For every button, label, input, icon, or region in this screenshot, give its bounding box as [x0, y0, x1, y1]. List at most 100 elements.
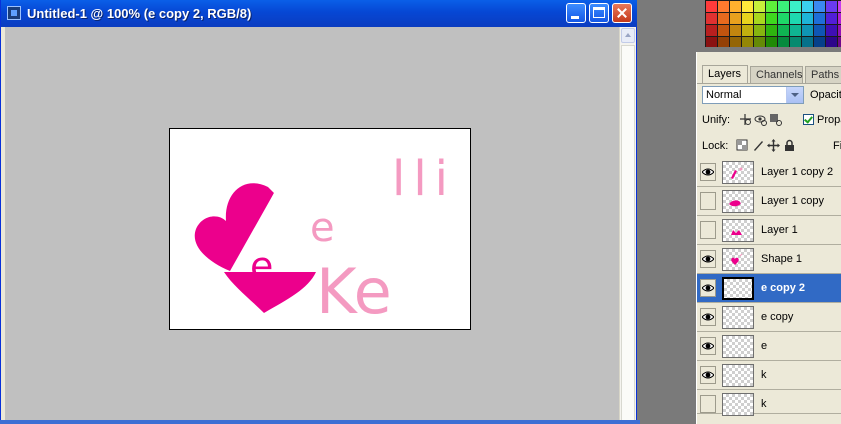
vertical-scrollbar[interactable]	[619, 27, 636, 424]
layer-thumbnail[interactable]	[722, 248, 754, 271]
swatches-palette[interactable]	[705, 0, 841, 47]
color-swatch[interactable]	[766, 13, 777, 24]
color-swatch[interactable]	[742, 37, 753, 47]
color-swatch[interactable]	[706, 25, 717, 36]
color-swatch[interactable]	[754, 37, 765, 47]
color-swatch[interactable]	[766, 25, 777, 36]
layer-row[interactable]: Shape 1	[697, 245, 841, 274]
layer-visibility-toggle[interactable]	[700, 250, 716, 268]
layer-thumbnail[interactable]	[722, 306, 754, 329]
layer-name: Shape 1	[761, 253, 802, 265]
color-swatch[interactable]	[778, 13, 789, 24]
propagate-checkbox[interactable]	[803, 114, 814, 125]
color-swatch[interactable]	[718, 37, 729, 47]
eye-icon	[702, 313, 714, 321]
lock-transparent-pixels-icon[interactable]	[736, 139, 749, 152]
layer-name: Layer 1 copy	[761, 195, 824, 207]
color-swatch[interactable]	[730, 37, 741, 47]
close-button[interactable]	[612, 3, 632, 23]
layer-thumbnail[interactable]	[722, 364, 754, 387]
color-swatch[interactable]	[826, 37, 837, 47]
color-swatch[interactable]	[718, 25, 729, 36]
lock-image-pixels-icon[interactable]	[752, 139, 765, 152]
color-swatch[interactable]	[814, 37, 825, 47]
color-swatch[interactable]	[718, 1, 729, 12]
tab-paths[interactable]: Paths	[805, 66, 841, 83]
title-bar[interactable]: Untitled-1 @ 100% (e copy 2, RGB/8)	[1, 0, 637, 27]
layer-thumbnail[interactable]	[722, 161, 754, 184]
layer-row[interactable]: k	[697, 390, 841, 416]
layer-thumbnail[interactable]	[722, 335, 754, 358]
layer-row[interactable]: e	[697, 332, 841, 361]
layer-visibility-toggle[interactable]	[700, 308, 716, 326]
color-swatch[interactable]	[802, 25, 813, 36]
color-swatch[interactable]	[802, 13, 813, 24]
document-canvas[interactable]: e e Ke lli	[169, 128, 471, 330]
layer-visibility-toggle[interactable]	[700, 337, 716, 355]
canvas-workspace[interactable]: e e Ke lli	[5, 27, 619, 424]
color-swatch[interactable]	[778, 25, 789, 36]
color-swatch[interactable]	[742, 13, 753, 24]
color-swatch[interactable]	[754, 1, 765, 12]
layer-visibility-toggle[interactable]	[700, 192, 716, 210]
color-swatch[interactable]	[730, 25, 741, 36]
color-swatch[interactable]	[814, 25, 825, 36]
color-swatch[interactable]	[778, 37, 789, 47]
photoshop-document-icon[interactable]	[7, 6, 21, 20]
color-swatch[interactable]	[790, 37, 801, 47]
color-swatch[interactable]	[802, 37, 813, 47]
color-swatch[interactable]	[826, 1, 837, 12]
color-swatch[interactable]	[718, 13, 729, 24]
layer-thumbnail[interactable]	[722, 219, 754, 242]
layer-visibility-toggle[interactable]	[700, 366, 716, 384]
layer-row[interactable]: e copy	[697, 303, 841, 332]
color-swatch[interactable]	[790, 1, 801, 12]
minimize-button[interactable]	[566, 3, 586, 23]
lock-position-icon[interactable]	[767, 139, 780, 152]
lock-all-icon[interactable]	[783, 139, 796, 152]
layer-row[interactable]: Layer 1 copy	[697, 187, 841, 216]
tab-channels[interactable]: Channels	[750, 66, 803, 83]
color-swatch[interactable]	[790, 25, 801, 36]
color-swatch[interactable]	[706, 37, 717, 47]
color-swatch[interactable]	[766, 1, 777, 12]
color-swatch[interactable]	[730, 13, 741, 24]
layer-visibility-toggle[interactable]	[700, 163, 716, 181]
color-swatch[interactable]	[754, 25, 765, 36]
color-swatch[interactable]	[790, 13, 801, 24]
color-swatch[interactable]	[826, 13, 837, 24]
color-swatch[interactable]	[742, 1, 753, 12]
chevron-down-icon[interactable]	[786, 87, 803, 103]
color-swatch[interactable]	[730, 1, 741, 12]
layer-thumbnail[interactable]	[722, 393, 754, 416]
unify-visibility-icon[interactable]	[754, 113, 767, 126]
scroll-thumb[interactable]	[621, 45, 635, 421]
color-swatch[interactable]	[706, 13, 717, 24]
unify-label: Unify:	[702, 114, 731, 126]
unify-position-icon[interactable]	[739, 113, 752, 126]
layer-visibility-toggle[interactable]	[700, 221, 716, 239]
layer-row[interactable]: k	[697, 361, 841, 390]
layer-row[interactable]: Layer 1	[697, 216, 841, 245]
color-swatch[interactable]	[814, 13, 825, 24]
color-swatch[interactable]	[754, 13, 765, 24]
color-swatch[interactable]	[826, 25, 837, 36]
tab-layers[interactable]: Layers	[702, 65, 748, 84]
layer-row[interactable]: e copy 2	[697, 274, 841, 303]
eye-icon	[702, 168, 714, 176]
color-swatch[interactable]	[814, 1, 825, 12]
layer-visibility-toggle[interactable]	[700, 279, 716, 297]
blend-mode-select[interactable]: Normal	[702, 86, 804, 104]
layer-thumbnail[interactable]	[722, 277, 754, 300]
color-swatch[interactable]	[802, 1, 813, 12]
color-swatch[interactable]	[742, 25, 753, 36]
color-swatch[interactable]	[706, 1, 717, 12]
maximize-button[interactable]	[589, 3, 609, 23]
unify-style-icon[interactable]	[769, 113, 782, 126]
layer-thumbnail[interactable]	[722, 190, 754, 213]
color-swatch[interactable]	[766, 37, 777, 47]
scroll-up-button[interactable]	[621, 28, 635, 43]
layer-row[interactable]: Layer 1 copy 2	[697, 158, 841, 187]
layer-visibility-toggle[interactable]	[700, 395, 716, 413]
color-swatch[interactable]	[778, 1, 789, 12]
